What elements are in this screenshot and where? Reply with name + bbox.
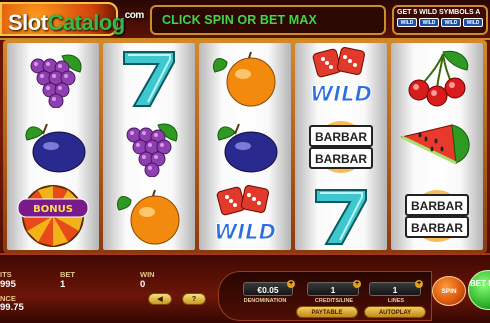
bet-label: BET [60,270,75,279]
message-text: CLICK SPIN OR BET MAX [162,13,317,27]
reel-5: BARBAR BARBAR [391,43,483,250]
paytable-button[interactable]: PAYTABLE [296,306,358,318]
bet-value: 1 [60,279,66,290]
watermark-logo: SlotCatalogcom [8,10,144,36]
denomination-label: DENOMINATION [243,298,287,304]
bar-label: BARBAR [411,221,463,235]
promo-icons: WILD WILD WILD WILD [397,18,483,27]
promo-panel: GET 5 WILD SYMBOLS A WILD WILD WILD WILD [392,5,488,35]
top-bar: SlotCatalogcom CLICK SPIN OR BET MAX GET… [0,0,490,40]
cherries-symbol-icon [391,43,483,112]
bar-label: BARBAR [315,152,367,166]
mini-wild-icon: WILD [441,18,461,27]
reel-4: WILD BARBAR BARBAR [295,43,387,250]
seven-symbol-icon [295,181,387,250]
wild-label: WILD [310,82,372,106]
plum-symbol-icon [199,112,291,181]
help-button[interactable]: ? [182,293,206,305]
bar-label: BARBAR [315,130,367,144]
watermark-part-3: com [124,10,145,21]
promo-text: GET 5 WILD SYMBOLS A [397,9,481,16]
watermark-part-1: Slot [8,10,48,35]
watermelon-symbol-icon [391,112,483,181]
bar-bar-symbol-icon: BARBAR BARBAR [391,181,483,250]
orange-symbol-icon [103,181,195,250]
spin-button[interactable]: SPIN [432,276,466,306]
bonus-symbol-icon: BONUS [7,181,99,250]
previous-button[interactable]: ◀ [148,293,172,305]
denomination-plus-icon[interactable]: + [287,280,295,288]
grapes-symbol-icon [103,112,195,181]
credits-label: ITS [0,270,12,279]
reel-1: BONUS [7,43,99,250]
wild-dice-symbol-icon: WILD [295,43,387,112]
reel-3: WILD [199,43,291,250]
credits-line-label: CREDITS/LINE [314,298,354,304]
denomination-display[interactable]: €0.05 [243,282,293,296]
watermark-part-2: Catalog [47,10,126,35]
lines-display[interactable]: 1 [369,282,421,296]
balance-value: 99.75 [0,302,24,313]
grapes-symbol-icon [7,43,99,112]
credits-value: 995 [0,279,16,290]
autoplay-button[interactable]: AUTOPLAY [364,306,426,318]
wild-dice-symbol-icon: WILD [199,181,291,250]
lines-plus-icon[interactable]: + [415,280,423,288]
orange-symbol-icon [199,43,291,112]
lines-label: LINES [387,298,405,304]
reel-2 [103,43,195,250]
slot-game: SlotCatalogcom CLICK SPIN OR BET MAX GET… [0,0,490,323]
mini-wild-icon: WILD [419,18,439,27]
wild-label: WILD [214,220,276,244]
bar-bar-symbol-icon: BARBAR BARBAR [295,112,387,181]
bar-label: BARBAR [411,199,463,213]
mini-wild-icon: WILD [463,18,483,27]
win-label: WIN [140,270,155,279]
reel-area: BONUS WILD WILD BARBAR BARBAR BARBAR BAR… [3,40,487,253]
seven-symbol-icon [103,43,195,112]
win-value: 0 [140,279,146,290]
mini-wild-icon: WILD [397,18,417,27]
plum-symbol-icon [7,112,99,181]
bonus-label: BONUS [33,204,73,215]
credits-line-plus-icon[interactable]: + [353,280,361,288]
credits-line-display[interactable]: 1 [307,282,359,296]
message-panel: CLICK SPIN OR BET MAX [150,5,386,35]
